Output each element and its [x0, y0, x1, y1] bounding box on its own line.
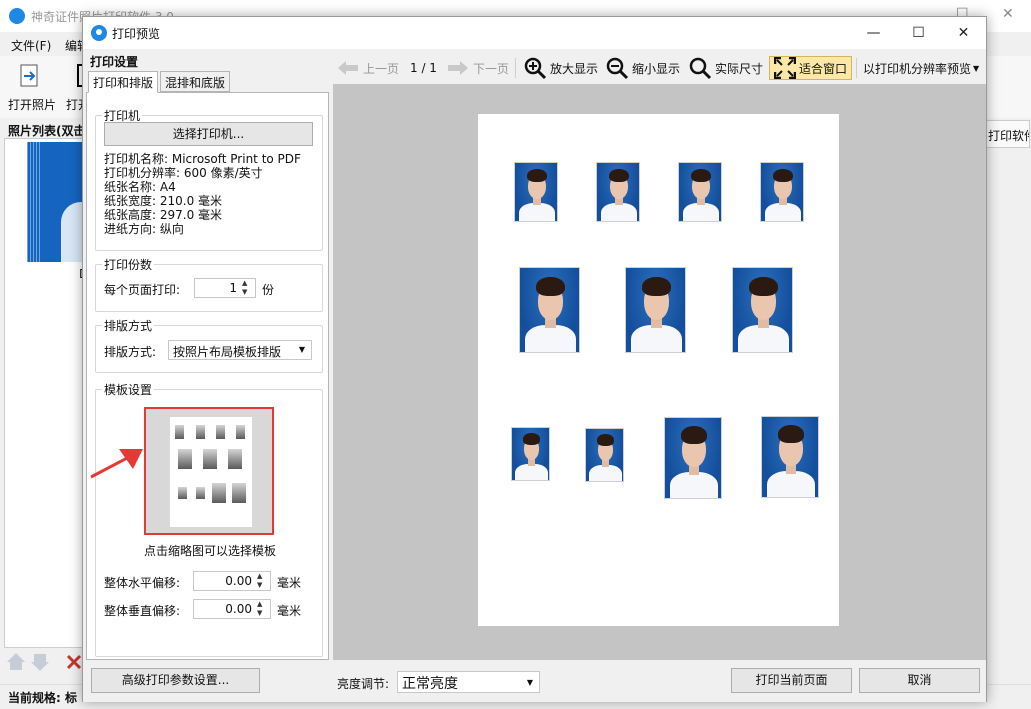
printer-resolution-preview-button[interactable]: 以打印机分辨率预览 ▼ [863, 56, 979, 80]
chevron-down-icon: ▼ [298, 345, 305, 354]
annotation-arrow-icon [90, 449, 143, 479]
dropdown-arrow-icon: ▼ [973, 63, 980, 73]
copies-stepper[interactable]: 1 ▲ ▼ [194, 278, 256, 298]
list-move-buttons [6, 650, 86, 674]
magnifier-icon [689, 57, 712, 80]
open-photo-icon[interactable] [16, 62, 44, 90]
v-offset-stepper[interactable]: 0.00 ▲ ▼ [193, 599, 271, 619]
layout-group-legend: 排版方式 [102, 317, 155, 334]
move-up-icon[interactable] [7, 653, 25, 670]
move-down-icon[interactable] [31, 654, 49, 671]
template-hint: 点击缩略图可以选择模板 [144, 544, 277, 558]
chevron-down-icon: ▼ [526, 678, 533, 687]
stepper-arrows-icon[interactable]: ▲ ▼ [242, 279, 252, 297]
id-photo [761, 416, 819, 498]
template-preview-page [170, 417, 252, 527]
prev-page-button[interactable]: 上一页 [337, 56, 399, 80]
dialog-title: 打印预览 [112, 27, 161, 41]
tab-content: 打印机 选择打印机... 打印机名称: Microsoft Print to P… [86, 92, 329, 660]
status-text: 当前规格: 标 [8, 691, 77, 705]
printer-group: 打印机 选择打印机... 打印机名称: Microsoft Print to P… [95, 107, 323, 251]
stepper-arrows-icon[interactable]: ▲ ▼ [257, 572, 267, 590]
h-offset-stepper[interactable]: 0.00 ▲ ▼ [193, 571, 271, 591]
maximize-button[interactable]: ☐ [896, 17, 941, 49]
id-photo [511, 427, 550, 481]
background-close-icon[interactable]: ✕ [1002, 6, 1014, 22]
id-photo [760, 162, 804, 222]
minimize-button[interactable]: — [851, 17, 896, 49]
advanced-print-settings-button[interactable]: 高级打印参数设置... [91, 668, 260, 693]
copies-group: 打印份数 每个页面打印: 1 ▲ ▼ 份 [95, 256, 323, 312]
id-photo [664, 417, 722, 499]
select-printer-button[interactable]: 选择打印机... [104, 122, 313, 146]
layout-select[interactable]: 按照片布局模板排版 ▼ [168, 340, 312, 360]
v-offset-unit: 毫米 [277, 604, 302, 618]
brightness-label: 亮度调节: [337, 677, 390, 691]
tab-mixed-background[interactable]: 混排和底版 [160, 71, 231, 92]
fit-window-icon [774, 57, 796, 79]
delete-icon[interactable] [66, 654, 82, 670]
template-thumbnail[interactable] [144, 407, 274, 535]
background-right-button[interactable]: 打印软件 [984, 120, 1030, 148]
arrow-right-icon [448, 61, 468, 75]
id-photo [585, 428, 624, 482]
layout-label: 排版方式: [104, 345, 157, 359]
template-group: 模板设置 点击缩略图可以选择模板 整体水平偏移: 0.00 ▲ ▼ 毫米 整体垂… [95, 381, 323, 657]
open-photo-label[interactable]: 打开照片 [8, 96, 56, 113]
v-offset-label: 整体垂直偏移: [104, 604, 181, 618]
dialog-bottom-bar: 高级打印参数设置... 亮度调节: 正常亮度 ▼ 打印当前页面 取消 [83, 661, 986, 702]
arrow-left-icon [338, 61, 358, 75]
zoom-in-button[interactable]: 放大显示 [523, 56, 598, 80]
paper-page [478, 114, 839, 626]
v-offset-value: 0.00 [225, 602, 252, 616]
app-logo-icon [9, 8, 25, 24]
background-right-toolbar [985, 56, 1031, 118]
id-photo [625, 267, 686, 353]
layout-value: 按照片布局模板排版 [173, 345, 282, 359]
brightness-select[interactable]: 正常亮度 ▼ [397, 671, 540, 693]
photo-list-header: 照片列表(双击 [8, 124, 86, 138]
zoom-out-icon [606, 57, 629, 80]
page-indicator: 1 / 1 [410, 61, 437, 75]
preview-canvas[interactable] [333, 84, 986, 660]
dialog-logo-icon [91, 25, 107, 41]
next-page-button[interactable]: 下一页 [447, 56, 509, 80]
copies-value: 1 [229, 281, 237, 295]
photo-list[interactable]: D [4, 138, 88, 648]
h-offset-unit: 毫米 [277, 576, 302, 590]
preview-toolbar: 上一页 1 / 1 下一页 放大显示 缩小显示 实际尺寸 适合窗口 以打印机分辨… [333, 50, 986, 84]
tab-print-layout[interactable]: 打印和排版 [88, 71, 159, 93]
zoom-out-button[interactable]: 缩小显示 [605, 56, 680, 80]
copies-group-legend: 打印份数 [102, 256, 155, 273]
id-photo [514, 162, 558, 222]
h-offset-value: 0.00 [225, 574, 252, 588]
dialog-title-bar: 打印预览 — ☐ ✕ [83, 17, 986, 49]
copies-label: 每个页面打印: [104, 283, 181, 297]
print-settings-header: 打印设置 [90, 55, 139, 69]
print-preview-dialog: 打印预览 — ☐ ✕ 打印设置 打印和排版 混排和底版 打印机 选择打印机...… [82, 16, 987, 702]
copies-unit: 份 [262, 283, 275, 297]
feed-direction: 进纸方向: 纵向 [104, 222, 184, 236]
background-toolbar: 打开照片 打开 [0, 56, 93, 118]
template-group-legend: 模板设置 [102, 381, 155, 398]
brightness-value: 正常亮度 [402, 676, 458, 692]
zoom-in-icon [524, 57, 547, 80]
close-button[interactable]: ✕ [941, 17, 986, 49]
id-photo [519, 267, 580, 353]
stepper-arrows-icon[interactable]: ▲ ▼ [257, 600, 267, 618]
menu-file[interactable]: 文件(F) [11, 37, 51, 54]
print-current-page-button[interactable]: 打印当前页面 [731, 668, 852, 693]
layout-group: 排版方式 排版方式: 按照片布局模板排版 ▼ [95, 317, 323, 373]
actual-size-button[interactable]: 实际尺寸 [688, 56, 763, 80]
fit-window-button[interactable]: 适合窗口 [769, 56, 853, 80]
photo-thumbnail[interactable] [27, 142, 83, 262]
background-menu-bar: 文件(F) 编辑 [0, 32, 90, 56]
cancel-button[interactable]: 取消 [859, 668, 980, 693]
id-photo [596, 162, 640, 222]
print-settings-panel: 打印设置 打印和排版 混排和底版 打印机 选择打印机... 打印机名称: Mic… [84, 50, 331, 660]
h-offset-label: 整体水平偏移: [104, 576, 181, 590]
id-photo [732, 267, 793, 353]
id-photo [678, 162, 722, 222]
